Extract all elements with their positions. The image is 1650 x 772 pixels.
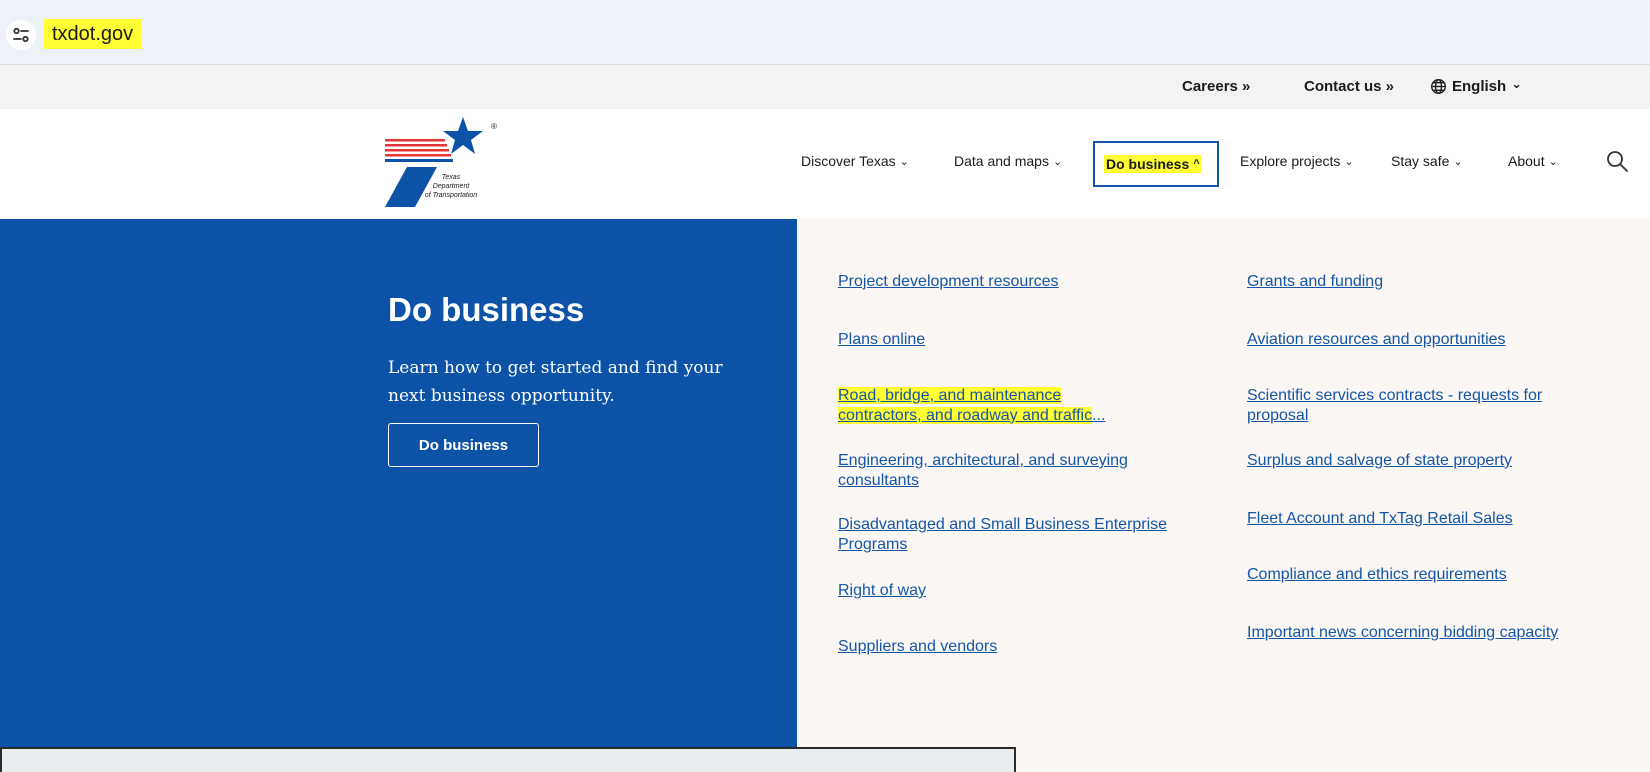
- browser-address-bar: txdot.gov: [0, 0, 1650, 65]
- chevron-down-icon: ⌄: [899, 155, 909, 168]
- site-settings-icon[interactable]: [6, 20, 36, 50]
- chevron-down-icon: ⌄: [1511, 75, 1523, 91]
- nav-data-and-maps[interactable]: Data and maps ⌄: [954, 153, 1062, 169]
- main-nav: Discover Texas ⌄ Data and maps ⌄ Do busi…: [0, 109, 1650, 219]
- nav-discover-texas[interactable]: Discover Texas ⌄: [801, 153, 909, 169]
- site-header: ® Texas Department of Transportation Dis…: [0, 109, 1650, 219]
- link-road-bridge-contractors[interactable]: Road, bridge, and maintenance contractor…: [838, 386, 1208, 426]
- link-plans-online[interactable]: Plans online: [838, 330, 1208, 350]
- link-project-development-resources[interactable]: Project development resources: [838, 272, 1208, 292]
- chevron-up-icon: ^: [1193, 158, 1200, 170]
- language-selector[interactable]: English ⌄: [1430, 75, 1523, 95]
- nav-stay-safe[interactable]: Stay safe ⌄: [1391, 153, 1463, 169]
- do-business-links: Project development resources Plans onli…: [797, 219, 1650, 772]
- link-grants-and-funding[interactable]: Grants and funding: [1247, 272, 1617, 292]
- do-business-panel: Do business Learn how to get started and…: [0, 219, 797, 772]
- nav-about[interactable]: About ⌄: [1508, 153, 1558, 169]
- nav-do-business[interactable]: Do business ^: [1093, 141, 1219, 187]
- link-disadvantaged-small-business[interactable]: Disadvantaged and Small Business Enterpr…: [838, 515, 1208, 555]
- language-label: English: [1452, 78, 1507, 95]
- search-icon[interactable]: [1605, 149, 1629, 173]
- utility-nav: Careers » Contact us » English ⌄: [0, 65, 1650, 109]
- link-bidding-capacity-news[interactable]: Important news concerning bidding capaci…: [1247, 623, 1577, 643]
- url-text[interactable]: txdot.gov: [44, 19, 142, 49]
- globe-icon: [1431, 79, 1446, 94]
- chevron-down-icon: ⌄: [1344, 155, 1354, 168]
- link-engineering-consultants[interactable]: Engineering, architectural, and surveyin…: [838, 451, 1208, 491]
- link-compliance-and-ethics[interactable]: Compliance and ethics requirements: [1247, 565, 1617, 585]
- link-scientific-services-contracts[interactable]: Scientific services contracts - requests…: [1247, 386, 1587, 426]
- link-suppliers-and-vendors[interactable]: Suppliers and vendors: [838, 637, 1208, 657]
- careers-link[interactable]: Careers »: [1182, 78, 1250, 95]
- panel-description: Learn how to get started and find your n…: [388, 358, 723, 406]
- link-surplus-and-salvage[interactable]: Surplus and salvage of state property: [1247, 451, 1617, 471]
- chevron-down-icon: ⌄: [1548, 155, 1558, 168]
- nav-explore-projects[interactable]: Explore projects ⌄: [1240, 153, 1354, 169]
- link-fleet-account-txtag[interactable]: Fleet Account and TxTag Retail Sales: [1247, 509, 1617, 529]
- link-right-of-way[interactable]: Right of way: [838, 581, 1208, 601]
- panel-title: Do business: [388, 291, 585, 328]
- do-business-button[interactable]: Do business: [388, 423, 539, 467]
- chevron-down-icon: ⌄: [1052, 155, 1063, 168]
- contact-us-link[interactable]: Contact us »: [1304, 78, 1394, 95]
- bottom-overlay-card: [0, 747, 1016, 772]
- chevron-down-icon: ⌄: [1453, 155, 1463, 168]
- link-aviation-resources[interactable]: Aviation resources and opportunities: [1247, 330, 1617, 350]
